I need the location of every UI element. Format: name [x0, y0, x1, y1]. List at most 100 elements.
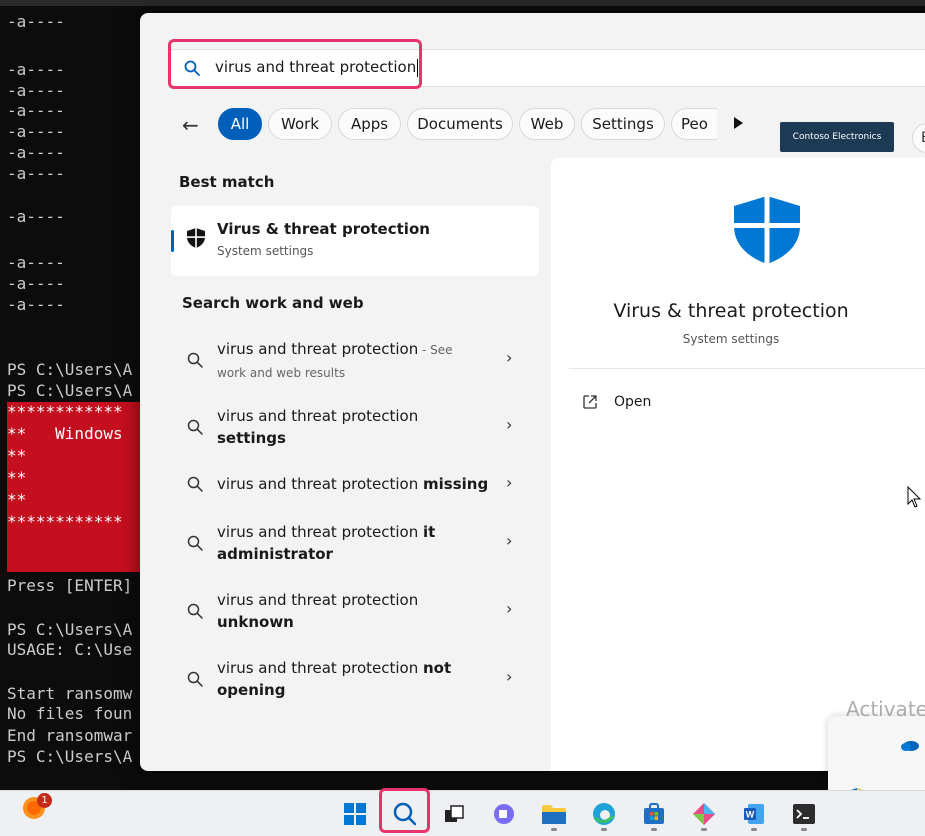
filter-work[interactable]: Work	[268, 108, 332, 140]
terminal-line: PS C:\Users\A	[7, 620, 133, 639]
file-explorer-button[interactable]	[538, 798, 570, 830]
terminal-line: -a----	[7, 164, 65, 183]
terminal-line: ** Windows	[7, 424, 123, 443]
terminal-button[interactable]	[788, 798, 820, 830]
result-text: virus and threat protection	[217, 523, 419, 541]
terminal-line: **	[7, 468, 27, 487]
web-result-item[interactable]: virus and threat protection it administr…	[171, 521, 539, 571]
open-external-icon	[583, 395, 597, 409]
terminal-line: -a----	[7, 60, 65, 79]
filter-web[interactable]: Web	[519, 108, 575, 140]
result-bold-text: administrator	[217, 545, 333, 563]
task-view-button[interactable]	[438, 798, 470, 830]
search-icon	[187, 535, 203, 551]
word-icon: W	[744, 804, 764, 824]
result-extra: work and web results	[217, 366, 346, 380]
chat-button[interactable]	[488, 798, 520, 830]
best-match-title: Virus & threat protection	[217, 220, 430, 238]
result-text: virus and threat protection	[217, 340, 419, 358]
windows-logo-icon	[344, 803, 366, 825]
windows-security-shield-icon	[734, 196, 800, 264]
search-icon	[187, 671, 203, 687]
back-arrow-icon[interactable]: ←	[182, 113, 199, 137]
result-text: virus and threat protection	[217, 591, 419, 609]
terminal-line: PS C:\Users\A	[7, 381, 133, 400]
terminal-warning-block: ************ ** Windows ** ** ** *******…	[7, 402, 147, 572]
terminal-line: -a----	[7, 101, 65, 120]
contoso-button[interactable]: Contoso Electronics	[780, 122, 894, 152]
edge-icon	[593, 803, 615, 825]
terminal-line: -a----	[7, 253, 65, 272]
result-bold-text: opening	[217, 681, 286, 699]
preview-subtitle: System settings	[682, 332, 780, 346]
windows-security-icon	[187, 228, 205, 248]
search-button-highlight	[379, 788, 430, 833]
running-indicator	[701, 828, 707, 831]
edge-button[interactable]	[588, 798, 620, 830]
selection-indicator	[171, 230, 174, 252]
terminal-line: -a----	[7, 122, 65, 141]
terminal-line: -a----	[7, 207, 65, 226]
search-flyout: virus and threat protection ← All Work A…	[140, 13, 925, 771]
terminal-line: -a----	[7, 274, 65, 293]
divider	[569, 368, 925, 369]
result-text: virus and threat protection	[217, 407, 419, 425]
terminal-line: ************	[7, 512, 123, 531]
terminal-line: End ransomwar	[7, 726, 133, 745]
terminal-line: -a----	[7, 81, 65, 100]
scroll-right-icon[interactable]	[734, 117, 743, 129]
notification-popup[interactable]	[828, 716, 925, 808]
search-icon	[187, 603, 203, 619]
search-box-highlight	[168, 39, 422, 89]
result-bold-inline: not	[423, 659, 452, 677]
terminal-line: USAGE: C:\Use	[7, 640, 133, 659]
web-result-item[interactable]: virus and threat protection settings ›	[171, 405, 539, 455]
search-icon	[187, 419, 203, 435]
mouse-cursor-icon	[907, 486, 922, 508]
result-text: virus and threat protection	[217, 475, 419, 493]
chevron-right-icon: ›	[506, 415, 513, 434]
word-button[interactable]: W	[738, 798, 770, 830]
task-view-icon	[445, 805, 464, 822]
filter-settings[interactable]: Settings	[581, 108, 665, 140]
chevron-right-icon: ›	[506, 531, 513, 550]
filter-all[interactable]: All	[218, 108, 262, 140]
chevron-right-icon: ›	[506, 473, 513, 492]
terminal-line: PS C:\Users\A	[7, 747, 133, 766]
terminal-line: No files foun	[7, 704, 133, 723]
terminal-line: -a----	[7, 12, 65, 31]
best-match-item[interactable]: Virus & threat protection System setting…	[171, 206, 539, 276]
app-button[interactable]	[688, 798, 720, 830]
terminal-line: **	[7, 446, 27, 465]
terminal-line: -a----	[7, 143, 65, 162]
chat-icon	[494, 804, 514, 824]
colorful-diamond-icon	[693, 803, 715, 825]
store-button[interactable]	[638, 798, 670, 830]
web-result-item[interactable]: virus and threat protection - See work a…	[171, 338, 539, 388]
filter-e[interactable]: E	[912, 123, 925, 153]
web-result-item[interactable]: virus and threat protection missing ›	[171, 473, 539, 503]
notification-badge: 1	[37, 793, 52, 808]
chevron-right-icon: ›	[506, 599, 513, 618]
filter-documents[interactable]: Documents	[407, 108, 513, 140]
result-bold-text: unknown	[217, 613, 294, 631]
folder-icon	[542, 805, 566, 824]
best-match-subtitle: System settings	[217, 244, 314, 258]
result-bold-inline: it	[423, 523, 436, 541]
web-result-item[interactable]: virus and threat protection unknown ›	[171, 589, 539, 639]
web-section-heading: Search work and web	[182, 294, 364, 312]
open-action[interactable]: Open	[614, 394, 651, 410]
terminal-line: Start ransomw	[7, 684, 133, 703]
filter-people[interactable]: Peo	[671, 108, 717, 140]
best-match-heading: Best match	[179, 173, 275, 191]
onedrive-icon	[901, 741, 919, 751]
result-suffix: - See	[418, 343, 453, 357]
running-indicator	[751, 828, 757, 831]
result-text: virus and threat protection	[217, 659, 419, 677]
search-icon	[187, 352, 203, 368]
chevron-right-icon: ›	[506, 348, 513, 367]
start-button[interactable]	[339, 798, 371, 830]
filter-apps[interactable]: Apps	[338, 108, 401, 140]
terminal-line: PS C:\Users\A	[7, 360, 133, 379]
web-result-item[interactable]: virus and threat protection not opening …	[171, 657, 539, 707]
